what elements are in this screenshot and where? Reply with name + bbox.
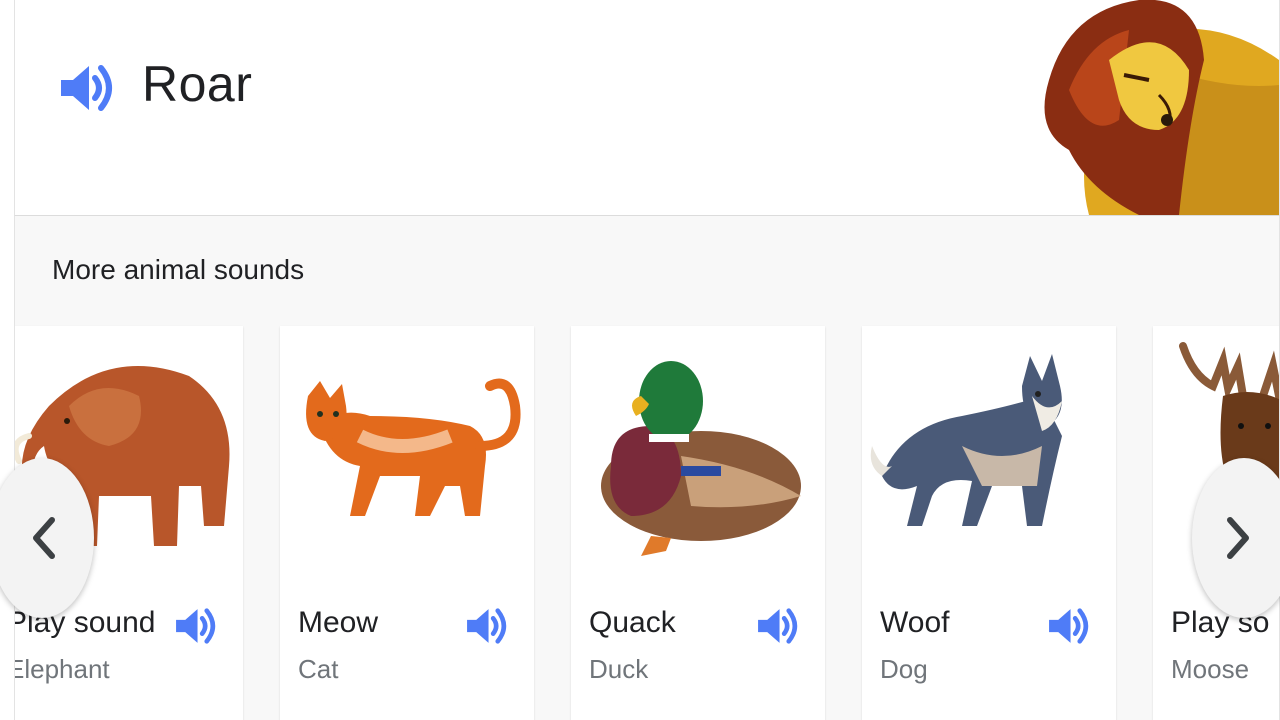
animal-name: Dog (880, 654, 928, 684)
speaker-icon[interactable] (464, 603, 510, 649)
chevron-right-icon (1227, 517, 1249, 559)
speaker-icon[interactable] (1046, 603, 1092, 649)
animal-name: Elephant (14, 654, 110, 684)
animal-card-duck[interactable]: Quack Duck (571, 326, 825, 720)
animal-card-dog[interactable]: Woof Dog (862, 326, 1116, 720)
animal-card-cat[interactable]: Meow Cat (280, 326, 534, 720)
animal-sounds-panel: Roar More animal sounds Play sound Eleph… (0, 0, 1280, 720)
animal-name: Moose (1171, 654, 1250, 684)
chevron-left-icon (33, 517, 55, 559)
page-title: Roar (142, 56, 253, 112)
animal-name: Duck (589, 654, 649, 684)
speaker-icon[interactable] (755, 603, 801, 649)
sound-label: Woof (880, 606, 950, 639)
speaker-icon[interactable] (57, 58, 117, 118)
featured-sound-header: Roar (14, 0, 1280, 216)
duck-image (601, 361, 801, 556)
lion-image (1044, 0, 1279, 215)
sound-label: Quack (589, 606, 676, 639)
cat-image (306, 378, 521, 516)
speaker-icon[interactable] (173, 603, 219, 649)
animal-name: Cat (298, 654, 339, 684)
sound-label: Meow (298, 606, 379, 639)
dog-image (870, 354, 1062, 526)
more-animal-sounds-section: More animal sounds Play sound Elephant M… (14, 216, 1280, 720)
section-title: More animal sounds (52, 254, 305, 285)
